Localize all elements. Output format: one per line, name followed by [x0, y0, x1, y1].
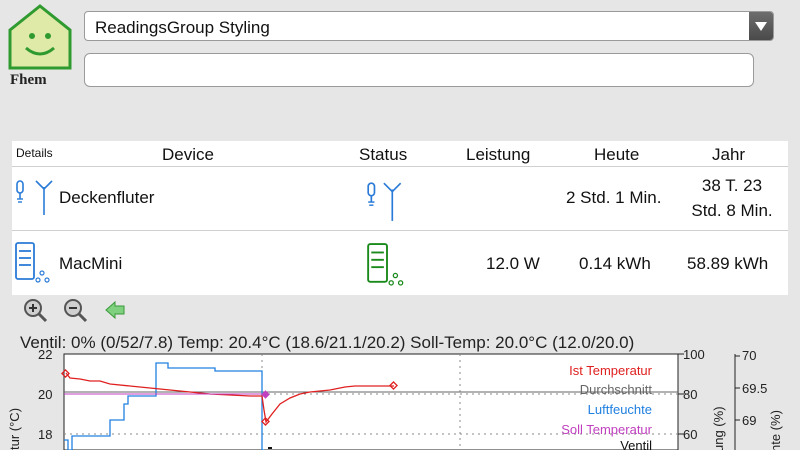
- zoom-in-icon[interactable]: [22, 297, 48, 323]
- command-input[interactable]: [84, 53, 754, 87]
- device-name[interactable]: Deckenfluter: [59, 188, 154, 208]
- legend-ist-temperatur: Ist Temperatur: [569, 363, 653, 378]
- leistung-value: 12.0 W: [486, 254, 540, 273]
- y-axis-label: tur (°C): [7, 408, 22, 450]
- jahr-value: 58.89 kWh: [687, 254, 769, 273]
- server-network-icon[interactable]: [14, 241, 54, 283]
- table-row: Deckenfluter 2 Std. 1 Min. 38 T. 23 Std.…: [12, 167, 788, 231]
- zoom-out-icon[interactable]: [62, 297, 88, 323]
- y3-tick-label: 70: [742, 350, 756, 363]
- lamp-antenna-icon[interactable]: [14, 175, 54, 217]
- jahr-value-line2: Std. 8 Min.: [691, 201, 773, 220]
- y2-tick-label: 60: [683, 427, 697, 442]
- y3-tick-label: 69.5: [742, 381, 767, 396]
- y-tick-label: 18: [38, 427, 52, 442]
- readings-group-table: Details Device Status Leistung Heute Jah…: [12, 141, 788, 295]
- logo-text: Fhem: [10, 72, 47, 88]
- temperature-plot[interactable]: 22 20 18 tur (°C) 100 80 60 ung (%) 70 6…: [0, 350, 800, 450]
- y3-axis-label: hte (%): [768, 410, 783, 450]
- fhem-logo[interactable]: Fhem: [4, 2, 76, 88]
- jahr-value-line1: 38 T. 23: [701, 176, 763, 195]
- device-name[interactable]: MacMini: [59, 254, 122, 274]
- table-header: Details Device Status Leistung Heute Jah…: [12, 141, 788, 167]
- heute-value: 0.14 kWh: [579, 254, 651, 273]
- house-smiley-icon: Fhem: [8, 4, 72, 88]
- details-link[interactable]: Details: [16, 146, 53, 160]
- col-leistung: Leistung: [466, 145, 531, 164]
- y-tick-label: 22: [38, 350, 52, 362]
- col-heute: Heute: [594, 145, 640, 164]
- legend-soll-temperatur: Soll Temperatur: [561, 422, 652, 437]
- server-network-icon[interactable]: [365, 242, 409, 286]
- back-arrow-icon[interactable]: [104, 299, 126, 321]
- y2-tick-label: 80: [683, 387, 697, 402]
- y3-tick-label: 69: [742, 413, 756, 428]
- col-status: Status: [359, 145, 408, 164]
- dropdown-button[interactable]: [749, 12, 773, 40]
- lamp-antenna-icon[interactable]: [364, 179, 408, 223]
- col-jahr: Jahr: [712, 145, 746, 164]
- room-select[interactable]: ReadingsGroup Styling: [84, 11, 774, 41]
- y2-axis-label: ung (%): [711, 406, 726, 450]
- room-select-value: ReadingsGroup Styling: [95, 18, 270, 37]
- heute-value: 2 Std. 1 Min.: [566, 188, 662, 207]
- table-row: MacMini 12.0 W 0.14 kWh 58.89 kWh: [12, 231, 788, 295]
- y-tick-label: 20: [38, 387, 52, 402]
- y2-tick-label: 100: [683, 350, 705, 362]
- legend-durchschnitt: Durchschnitt: [580, 382, 653, 397]
- chevron-down-icon: [755, 22, 767, 31]
- col-device: Device: [162, 145, 214, 164]
- legend-ventil: Ventil: [620, 438, 652, 450]
- legend-luftfeuchte: Luftfeuchte: [588, 402, 652, 417]
